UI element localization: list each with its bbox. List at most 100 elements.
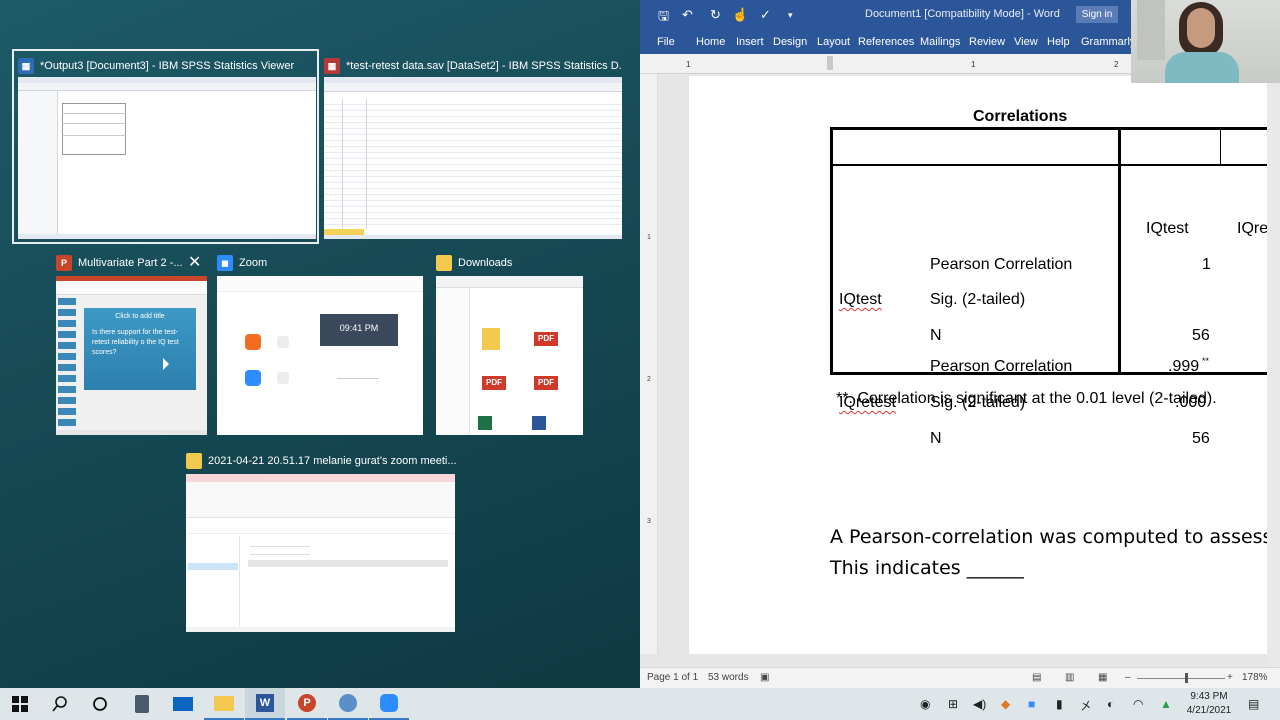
cortana-button[interactable] <box>80 688 120 720</box>
close-window-button[interactable]: ✕ <box>188 255 201 271</box>
language-icon[interactable]: 㐅 <box>1080 697 1092 714</box>
taskbar-clock[interactable]: 9:43 PM 4/21/2021 <box>1178 690 1240 718</box>
word-file-icon <box>532 416 546 430</box>
drive-tray-icon[interactable]: ▲ <box>1160 697 1172 711</box>
taskbar-zoom[interactable] <box>369 688 409 720</box>
powerpoint-icon: P <box>298 694 316 712</box>
webcam-overlay <box>1131 0 1280 83</box>
zoom-in-icon[interactable]: + <box>1227 672 1233 683</box>
word-window: 🖫 ↶ ↻ ☝ ✓ ▾ Document1 [Compatibility Mod… <box>640 0 1280 688</box>
paragraph-line: A Pearson-correlation was computed to as… <box>830 526 1280 548</box>
paragraph-line: This indicates ______ <box>830 557 1024 579</box>
window-spss-viewer[interactable]: ▦ *Output3 [Document3] - IBM SPSS Statis… <box>18 53 316 241</box>
zoom-icon: ◼ <box>217 255 233 271</box>
print-layout-icon[interactable]: ▥ <box>1065 672 1074 683</box>
spss-icon: ▦ <box>324 58 340 74</box>
significance-marker: ** <box>1202 356 1210 366</box>
tab-file[interactable]: File <box>657 36 675 48</box>
mouse-cursor-icon <box>163 358 169 370</box>
search-button[interactable] <box>40 688 80 720</box>
tab-layout[interactable]: Layout <box>817 36 850 48</box>
sign-in-button[interactable]: Sign in <box>1076 6 1118 23</box>
pdf-file-icon: PDF <box>534 332 558 346</box>
touch-mode-icon[interactable]: ☝ <box>732 7 748 23</box>
page-count[interactable]: Page 1 of 1 <box>647 672 698 683</box>
cortana-icon <box>93 697 107 711</box>
taskbar-mail[interactable] <box>163 688 203 720</box>
vertical-ruler: 1 2 3 <box>640 74 658 654</box>
notifications-icon[interactable]: ▤ <box>1248 697 1259 711</box>
tab-mailings[interactable]: Mailings <box>920 36 960 48</box>
cell-value: 56 <box>1192 430 1210 447</box>
vertical-scrollbar[interactable] <box>1267 74 1280 667</box>
folder-icon <box>214 695 234 711</box>
spelling-icon[interactable]: ✓ <box>760 7 771 23</box>
taskbar-powerpoint[interactable]: P <box>287 688 327 720</box>
tab-design[interactable]: Design <box>773 36 807 48</box>
footnote: **. Correlation is significant at the 0.… <box>836 390 1217 407</box>
zoom-level[interactable]: 178% <box>1242 672 1268 683</box>
window-downloads[interactable]: Downloads PDF PDF PDF <box>436 250 584 436</box>
window-title: Zoom <box>239 257 268 269</box>
stat-label: Pearson Correlation <box>930 358 1073 375</box>
word-icon: W <box>256 694 274 712</box>
tab-review[interactable]: Review <box>969 36 1005 48</box>
clock-time: 9:43 PM <box>1190 691 1228 702</box>
correlations-title: Correlations <box>973 108 1068 125</box>
stat-label: Sig. (2-tailed) <box>930 291 1026 308</box>
status-bar: Page 1 of 1 53 words ▣ ▤ ▥ ▦ – + 178% <box>640 667 1280 688</box>
search-icon <box>52 696 67 712</box>
folder-icon <box>186 453 202 469</box>
customize-qat-icon[interactable]: ▾ <box>788 10 793 21</box>
save-icon[interactable]: 🖫 <box>658 7 669 29</box>
word-count[interactable]: 53 words <box>708 672 749 683</box>
window-title: Downloads <box>458 257 513 269</box>
powerpoint-icon: P <box>56 255 72 271</box>
read-mode-icon[interactable]: ▤ <box>1032 672 1041 683</box>
proofing-icon[interactable]: ▣ <box>760 672 769 683</box>
zoom-icon <box>380 694 398 712</box>
taskbar-file-explorer[interactable] <box>204 688 244 720</box>
calculator-icon <box>135 695 149 713</box>
chrome-tray-icon[interactable]: ◉ <box>920 697 930 711</box>
undo-icon[interactable]: ↶ <box>682 7 693 23</box>
window-title: 2021-04-21 20.51.17 melanie gurat's zoom… <box>208 455 456 467</box>
app-tray-icon[interactable]: ◆ <box>1001 697 1010 711</box>
tab-grammarly[interactable]: Grammarly <box>1081 36 1135 48</box>
tab-home[interactable]: Home <box>696 36 725 48</box>
slide-bullet: Is there support for the test-retest rel… <box>92 329 179 356</box>
microphone-icon[interactable]: ▮ <box>1056 697 1063 711</box>
window-zoom-meeting-folder[interactable]: 2021-04-21 20.51.17 melanie gurat's zoom… <box>186 448 456 634</box>
tab-help[interactable]: Help <box>1047 36 1070 48</box>
window-powerpoint[interactable]: P Multivariate Part 2 -... ✕ Click to ad… <box>56 250 208 436</box>
window-title: *test-retest data.sav [DataSet2] - IBM S… <box>346 60 622 72</box>
zoom-slider[interactable] <box>1137 678 1225 679</box>
tab-view[interactable]: View <box>1014 36 1038 48</box>
start-button[interactable] <box>0 688 40 720</box>
web-layout-icon[interactable]: ▦ <box>1098 672 1107 683</box>
folder-icon <box>482 328 500 350</box>
window-spss-data[interactable]: ▦ *test-retest data.sav [DataSet2] - IBM… <box>324 53 622 239</box>
col-header-iqretest: IQre <box>1237 220 1269 237</box>
pdf-file-icon: PDF <box>482 376 506 390</box>
taskbar-calculator[interactable] <box>122 688 162 720</box>
wifi-icon[interactable]: ◠ <box>1133 697 1143 711</box>
taskbar-spss[interactable] <box>328 688 368 720</box>
document-title: Document1 [Compatibility Mode] - Word <box>865 8 1060 20</box>
zoom-slider-thumb[interactable] <box>1185 673 1188 683</box>
window-zoom[interactable]: ◼ Zoom 09:41 PM <box>217 250 424 436</box>
tab-references[interactable]: References <box>858 36 914 48</box>
redo-icon[interactable]: ↻ <box>710 7 721 23</box>
tab-insert[interactable]: Insert <box>736 36 764 48</box>
zoom-tray-icon[interactable]: ■ <box>1028 697 1035 711</box>
onedrive-icon[interactable]: ◐ <box>1107 697 1114 711</box>
taskbar-word[interactable]: W <box>245 688 285 720</box>
stat-label: Pearson Correlation <box>930 256 1073 273</box>
volume-icon[interactable]: ◀) <box>973 697 986 711</box>
network-tray-icon[interactable]: ⊞ <box>948 697 958 711</box>
cell-value: 1 <box>1202 256 1211 273</box>
zoom-out-icon[interactable]: – <box>1125 672 1131 683</box>
zoom-clock: 09:41 PM <box>339 323 379 333</box>
windows-icon <box>12 696 28 712</box>
excel-file-icon <box>478 416 492 430</box>
